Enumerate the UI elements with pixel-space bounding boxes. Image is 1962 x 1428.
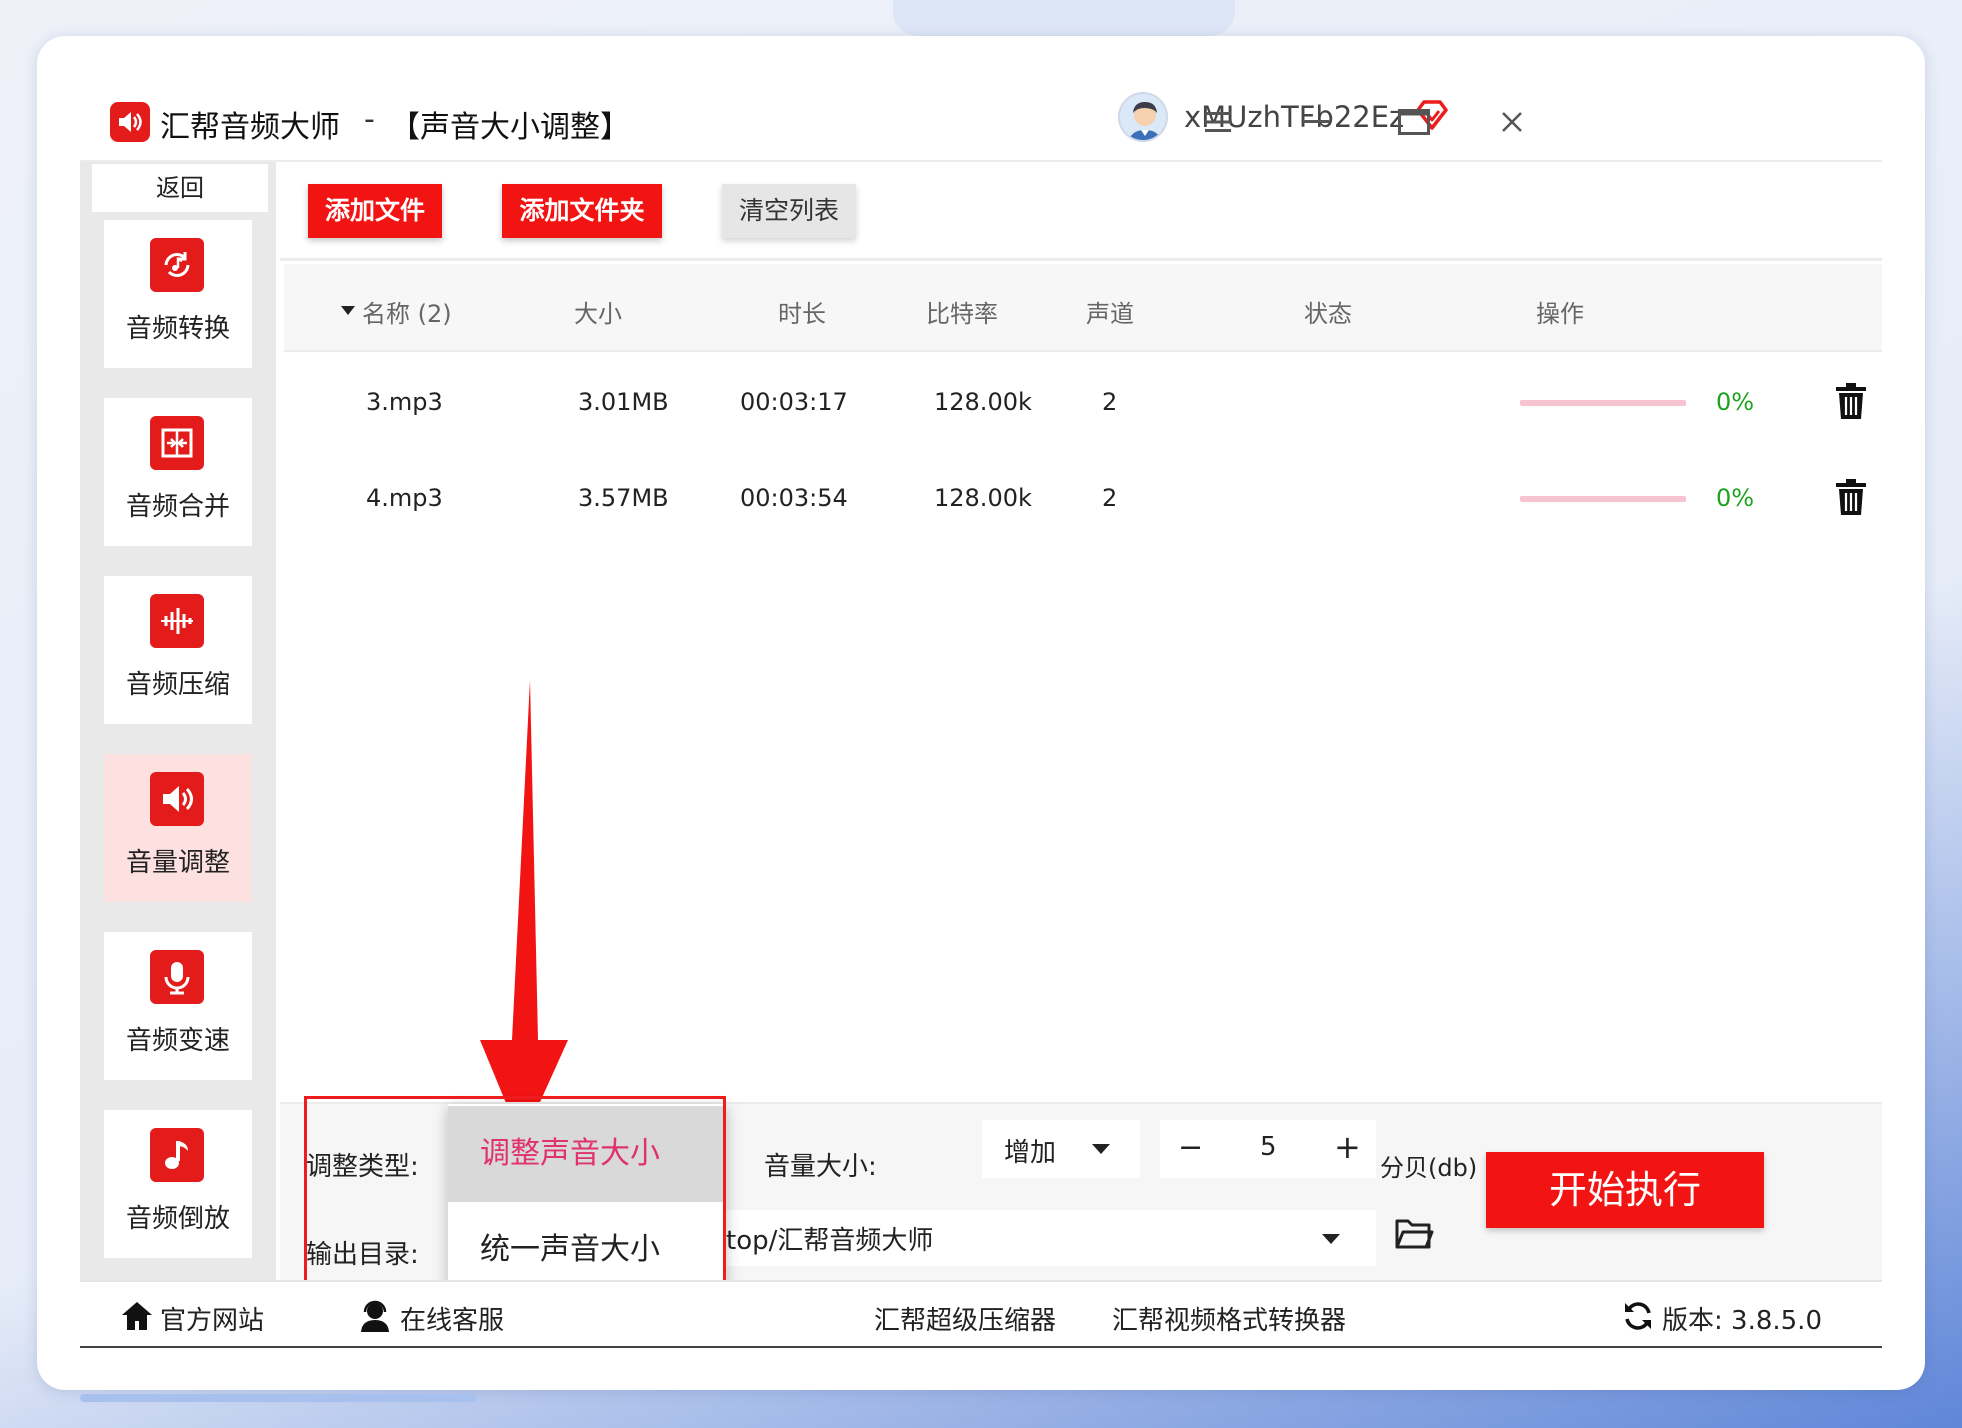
home-icon <box>120 1300 154 1336</box>
file-name: 3.mp3 <box>366 388 443 416</box>
sidebar-item-label: 音频合并 <box>125 492 230 522</box>
folder-icon[interactable] <box>1394 1216 1434 1256</box>
progress-percent: 0% <box>1716 484 1755 512</box>
column-header-size[interactable]: 大小 <box>574 294 622 329</box>
volume-mode-value: 增加 <box>1004 1138 1057 1168</box>
column-header-name[interactable]: 名称 (2) <box>362 294 452 329</box>
app-window: 汇帮音频大师 - 【声音大小调整】 xMUzhTFb22Ez 返回 音频转换 音… <box>80 80 1882 1348</box>
music-note-icon <box>150 1128 204 1182</box>
table-row[interactable]: 3.mp3 3.01MB 00:03:17 128.00k 2 0% <box>284 366 1882 436</box>
page-title: 【声音大小调整】 <box>390 110 630 145</box>
sidebar-item-audio-compress[interactable]: 音频压缩 <box>104 576 252 724</box>
file-channels: 2 <box>1102 484 1118 512</box>
column-header-channels[interactable]: 声道 <box>1086 294 1134 329</box>
add-file-button[interactable]: 添加文件 <box>308 184 442 238</box>
volume-icon <box>150 772 204 826</box>
sidebar-item-label: 音频倒放 <box>125 1204 230 1234</box>
file-duration: 00:03:54 <box>740 484 848 512</box>
progress-bar <box>1520 400 1686 406</box>
file-duration: 00:03:17 <box>740 388 848 416</box>
maximize-icon[interactable] <box>1392 100 1436 144</box>
sidebar-item-audio-convert[interactable]: 音频转换 <box>104 220 252 368</box>
online-support-link[interactable]: 在线客服 <box>400 1300 504 1337</box>
minimize-icon[interactable] <box>1294 100 1338 144</box>
close-icon[interactable] <box>1490 100 1534 144</box>
title-bar: 汇帮音频大师 - 【声音大小调整】 xMUzhTFb22Ez <box>80 80 1882 162</box>
audio-compress-icon <box>150 594 204 648</box>
volume-stepper[interactable]: − 5 + <box>1160 1120 1376 1178</box>
progress-percent: 0% <box>1716 388 1755 416</box>
support-agent-icon <box>358 1300 392 1336</box>
volume-value[interactable]: 5 <box>1260 1132 1277 1162</box>
sidebar-item-label: 音量调整 <box>125 848 230 878</box>
decrement-button[interactable]: − <box>1178 1130 1203 1165</box>
sidebar-item-label: 音频变速 <box>125 1026 230 1056</box>
sidebar-item-label: 音频转换 <box>125 314 230 344</box>
refresh-icon[interactable] <box>1622 1300 1654 1336</box>
annotation-arrow <box>480 680 570 1146</box>
table-header: 名称 (2) 大小 时长 比特率 声道 状态 操作 <box>284 264 1882 352</box>
back-button[interactable]: 返回 <box>92 164 268 212</box>
add-folder-button[interactable]: 添加文件夹 <box>502 184 662 238</box>
app-logo-icon <box>110 102 150 142</box>
official-website-link[interactable]: 官方网站 <box>160 1300 264 1337</box>
trash-icon[interactable] <box>1834 382 1868 424</box>
output-dir-select[interactable]: top/汇帮音频大师 <box>726 1210 1376 1266</box>
unit-label: 分贝(db) <box>1380 1154 1478 1182</box>
file-channels: 2 <box>1102 388 1118 416</box>
toolbar-divider <box>280 258 1882 261</box>
version-label: 版本: 3.8.5.0 <box>1662 1306 1822 1336</box>
background-bar <box>80 1394 476 1402</box>
menu-icon[interactable] <box>1196 100 1240 144</box>
file-bitrate: 128.00k <box>934 388 1032 416</box>
sort-arrow-icon[interactable] <box>340 294 356 322</box>
file-size: 3.57MB <box>578 484 669 512</box>
table-row[interactable]: 4.mp3 3.57MB 00:03:54 128.00k 2 0% <box>284 462 1882 532</box>
column-header-action: 操作 <box>1536 300 1584 328</box>
file-size: 3.01MB <box>578 388 669 416</box>
background-tab <box>893 0 1235 36</box>
clear-list-button[interactable]: 清空列表 <box>722 184 856 238</box>
sidebar-item-audio-speed[interactable]: 音频变速 <box>104 932 252 1080</box>
microphone-icon <box>150 950 204 1004</box>
title-separator: - <box>364 102 375 137</box>
start-button[interactable]: 开始执行 <box>1486 1152 1764 1228</box>
trash-icon[interactable] <box>1834 478 1868 520</box>
app-name: 汇帮音频大师 <box>160 110 340 145</box>
sidebar-item-audio-reverse[interactable]: 音频倒放 <box>104 1110 252 1258</box>
chevron-down-icon <box>1092 1144 1110 1154</box>
file-name: 4.mp3 <box>366 484 443 512</box>
sidebar-item-volume-adjust[interactable]: 音量调整 <box>104 754 252 902</box>
column-header-status[interactable]: 状态 <box>1304 294 1352 329</box>
footer: 官方网站 在线客服 汇帮超级压缩器 汇帮视频格式转换器 版本: 3.8.5.0 <box>80 1280 1882 1348</box>
audio-merge-icon <box>150 416 204 470</box>
chevron-down-icon <box>1322 1234 1340 1244</box>
volume-mode-select[interactable]: 增加 <box>982 1120 1140 1178</box>
column-header-bitrate[interactable]: 比特率 <box>926 294 998 329</box>
video-converter-link[interactable]: 汇帮视频格式转换器 <box>1112 1300 1346 1337</box>
sidebar: 返回 音频转换 音频合并 音频压缩 音量调整 音频变速 音频倒放 <box>80 162 276 1280</box>
progress-bar <box>1520 496 1686 502</box>
sidebar-item-label: 音频压缩 <box>125 670 230 700</box>
avatar[interactable] <box>1118 92 1168 142</box>
highlight-box <box>304 1096 726 1300</box>
column-header-duration[interactable]: 时长 <box>778 294 826 329</box>
increment-button[interactable]: + <box>1334 1128 1361 1166</box>
file-bitrate: 128.00k <box>934 484 1032 512</box>
volume-label: 音量大小: <box>764 1152 877 1182</box>
audio-convert-icon <box>150 238 204 292</box>
output-dir-value: top/汇帮音频大师 <box>726 1226 934 1256</box>
compressor-link[interactable]: 汇帮超级压缩器 <box>874 1300 1056 1337</box>
sidebar-item-audio-merge[interactable]: 音频合并 <box>104 398 252 546</box>
